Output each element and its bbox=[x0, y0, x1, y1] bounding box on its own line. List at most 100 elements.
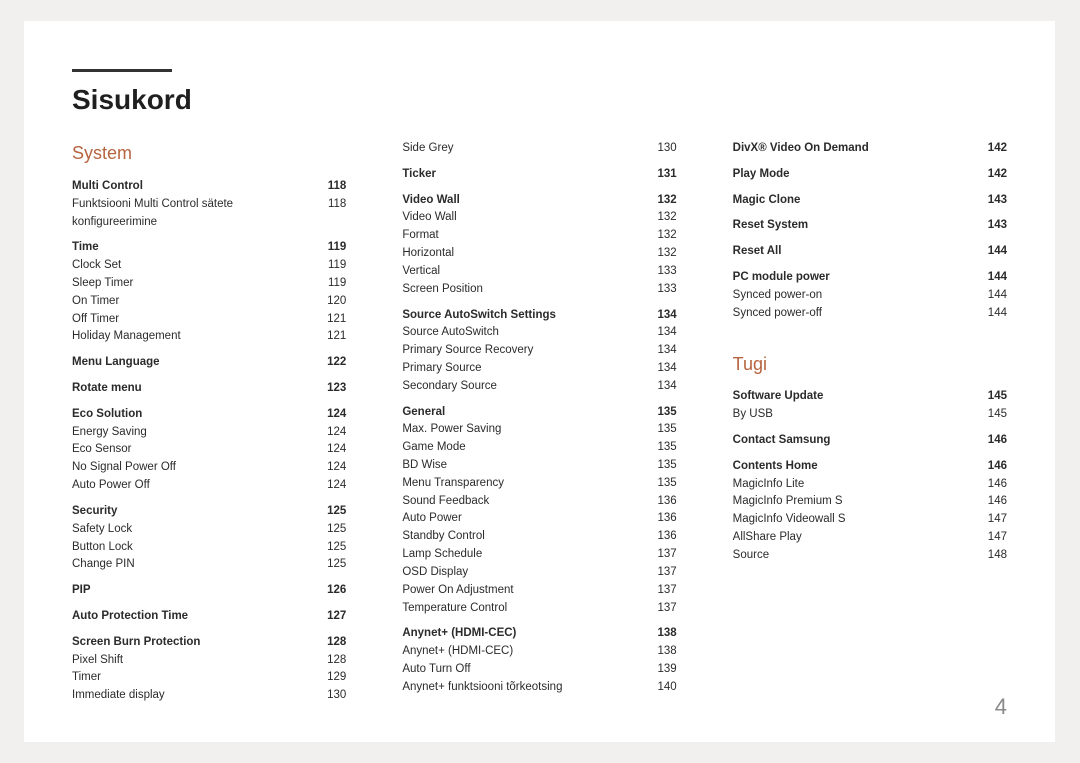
toc-label: Contents Home bbox=[733, 458, 973, 476]
toc-row[interactable]: Change PIN125 bbox=[72, 556, 346, 574]
toc-row[interactable]: Temperature Control137 bbox=[402, 600, 676, 618]
toc-row[interactable]: Sound Feedback136 bbox=[402, 493, 676, 511]
toc-row[interactable]: Anynet+ (HDMI-CEC)138 bbox=[402, 625, 676, 643]
toc-row[interactable]: Software Update145 bbox=[733, 388, 1007, 406]
toc-row[interactable]: Contents Home146 bbox=[733, 458, 1007, 476]
toc-row[interactable]: No Signal Power Off124 bbox=[72, 459, 346, 477]
toc-row[interactable]: Auto Protection Time127 bbox=[72, 608, 346, 626]
toc-row[interactable]: Screen Burn Protection128 bbox=[72, 634, 346, 652]
toc-row[interactable]: MagicInfo Premium S146 bbox=[733, 493, 1007, 511]
toc-row[interactable]: Multi Control118 bbox=[72, 178, 346, 196]
toc-label: General bbox=[402, 404, 642, 422]
toc-column: SystemMulti Control118Funktsiooni Multi … bbox=[72, 140, 346, 705]
toc-row[interactable]: Synced power-on144 bbox=[733, 287, 1007, 305]
toc-row[interactable]: OSD Display137 bbox=[402, 564, 676, 582]
toc-label: Auto Power Off bbox=[72, 477, 312, 495]
toc-label: MagicInfo Videowall S bbox=[733, 511, 973, 529]
toc-row[interactable]: Source148 bbox=[733, 547, 1007, 565]
toc-columns: SystemMulti Control118Funktsiooni Multi … bbox=[72, 140, 1007, 705]
toc-row[interactable]: Video Wall132 bbox=[402, 209, 676, 227]
toc-label: Primary Source bbox=[402, 360, 642, 378]
toc-row[interactable]: Menu Language122 bbox=[72, 354, 346, 372]
toc-row[interactable]: Synced power-off144 bbox=[733, 305, 1007, 323]
toc-row[interactable]: Timer129 bbox=[72, 669, 346, 687]
toc-label: Source AutoSwitch bbox=[402, 324, 642, 342]
toc-page: 121 bbox=[312, 311, 346, 329]
toc-row[interactable]: Contact Samsung146 bbox=[733, 432, 1007, 450]
toc-page: 144 bbox=[973, 269, 1007, 287]
toc-page: 144 bbox=[973, 243, 1007, 261]
toc-row[interactable]: Menu Transparency135 bbox=[402, 475, 676, 493]
toc-page: 126 bbox=[312, 582, 346, 600]
toc-row[interactable]: DivX® Video On Demand142 bbox=[733, 140, 1007, 158]
toc-row[interactable]: Auto Power136 bbox=[402, 510, 676, 528]
toc-row[interactable]: Anynet+ (HDMI-CEC)138 bbox=[402, 643, 676, 661]
toc-row[interactable]: Time119 bbox=[72, 239, 346, 257]
toc-row[interactable]: Format132 bbox=[402, 227, 676, 245]
toc-row[interactable]: Source AutoSwitch Settings134 bbox=[402, 307, 676, 325]
toc-row[interactable]: Reset All144 bbox=[733, 243, 1007, 261]
toc-row[interactable]: Holiday Management121 bbox=[72, 328, 346, 346]
toc-row[interactable]: PC module power144 bbox=[733, 269, 1007, 287]
toc-row[interactable]: Anynet+ funktsiooni tõrkeotsing140 bbox=[402, 679, 676, 697]
toc-label: Game Mode bbox=[402, 439, 642, 457]
toc-row[interactable]: Magic Clone143 bbox=[733, 192, 1007, 210]
toc-row[interactable]: By USB145 bbox=[733, 406, 1007, 424]
toc-row[interactable]: Standby Control136 bbox=[402, 528, 676, 546]
toc-row[interactable]: Funktsiooni Multi Control sätete konfigu… bbox=[72, 196, 346, 232]
toc-row[interactable]: Energy Saving124 bbox=[72, 424, 346, 442]
toc-row[interactable]: Screen Position133 bbox=[402, 281, 676, 299]
toc-page: 134 bbox=[643, 378, 677, 396]
toc-row[interactable]: PIP126 bbox=[72, 582, 346, 600]
toc-row[interactable]: Play Mode142 bbox=[733, 166, 1007, 184]
toc-row[interactable]: On Timer120 bbox=[72, 293, 346, 311]
toc-row[interactable]: Auto Turn Off139 bbox=[402, 661, 676, 679]
toc-row[interactable]: Side Grey130 bbox=[402, 140, 676, 158]
toc-label: Funktsiooni Multi Control sätete konfigu… bbox=[72, 196, 312, 232]
toc-label: AllShare Play bbox=[733, 529, 973, 547]
toc-row[interactable]: Source AutoSwitch134 bbox=[402, 324, 676, 342]
toc-row[interactable]: Security125 bbox=[72, 503, 346, 521]
toc-row[interactable]: Sleep Timer119 bbox=[72, 275, 346, 293]
toc-row[interactable]: MagicInfo Lite146 bbox=[733, 476, 1007, 494]
toc-label: Vertical bbox=[402, 263, 642, 281]
toc-row[interactable]: Button Lock125 bbox=[72, 539, 346, 557]
toc-row[interactable]: Secondary Source134 bbox=[402, 378, 676, 396]
toc-row[interactable]: Immediate display130 bbox=[72, 687, 346, 705]
toc-row[interactable]: Pixel Shift128 bbox=[72, 652, 346, 670]
toc-row[interactable]: Power On Adjustment137 bbox=[402, 582, 676, 600]
toc-row[interactable]: Auto Power Off124 bbox=[72, 477, 346, 495]
toc-row[interactable]: Clock Set119 bbox=[72, 257, 346, 275]
toc-row[interactable]: Primary Source134 bbox=[402, 360, 676, 378]
toc-page: 143 bbox=[973, 217, 1007, 235]
toc-row[interactable]: Safety Lock125 bbox=[72, 521, 346, 539]
toc-label: Security bbox=[72, 503, 312, 521]
toc-page: 135 bbox=[643, 404, 677, 422]
toc-row[interactable]: Game Mode135 bbox=[402, 439, 676, 457]
toc-row[interactable]: Video Wall132 bbox=[402, 192, 676, 210]
toc-row[interactable]: BD Wise135 bbox=[402, 457, 676, 475]
toc-label: Screen Burn Protection bbox=[72, 634, 312, 652]
toc-label: Holiday Management bbox=[72, 328, 312, 346]
toc-page: 146 bbox=[973, 476, 1007, 494]
toc-label: Temperature Control bbox=[402, 600, 642, 618]
toc-row[interactable]: Primary Source Recovery134 bbox=[402, 342, 676, 360]
toc-label: Synced power-on bbox=[733, 287, 973, 305]
toc-label: Secondary Source bbox=[402, 378, 642, 396]
toc-row[interactable]: Lamp Schedule137 bbox=[402, 546, 676, 564]
toc-row[interactable]: Off Timer121 bbox=[72, 311, 346, 329]
toc-row[interactable]: Reset System143 bbox=[733, 217, 1007, 235]
toc-row[interactable]: Ticker131 bbox=[402, 166, 676, 184]
toc-row[interactable]: Horizontal132 bbox=[402, 245, 676, 263]
toc-row[interactable]: Max. Power Saving135 bbox=[402, 421, 676, 439]
toc-row[interactable]: Vertical133 bbox=[402, 263, 676, 281]
toc-label: Immediate display bbox=[72, 687, 312, 705]
toc-row[interactable]: MagicInfo Videowall S147 bbox=[733, 511, 1007, 529]
toc-row[interactable]: Rotate menu123 bbox=[72, 380, 346, 398]
toc-row[interactable]: AllShare Play147 bbox=[733, 529, 1007, 547]
toc-page: 137 bbox=[643, 582, 677, 600]
toc-page: 137 bbox=[643, 564, 677, 582]
toc-row[interactable]: Eco Solution124 bbox=[72, 406, 346, 424]
toc-row[interactable]: Eco Sensor124 bbox=[72, 441, 346, 459]
toc-row[interactable]: General135 bbox=[402, 404, 676, 422]
